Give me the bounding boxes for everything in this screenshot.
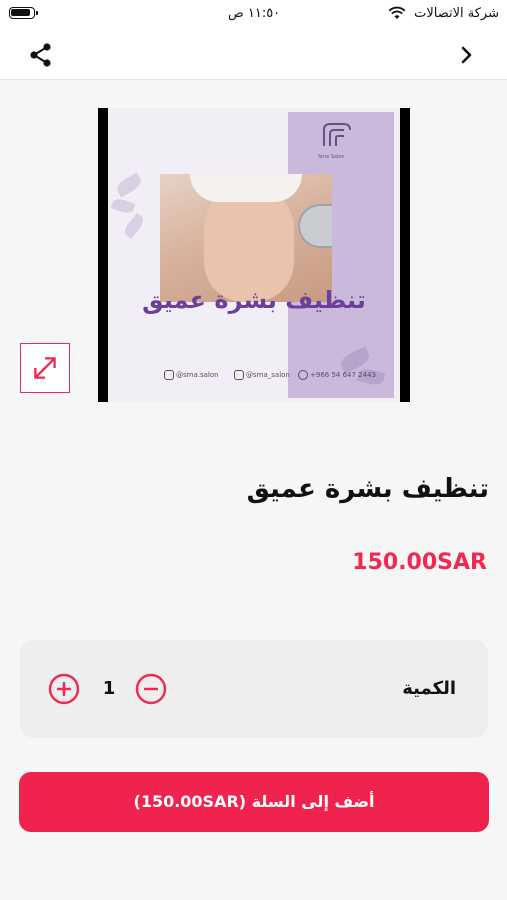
status-bar: ١١:٥٠ ص شركة الاتصالات (0, 0, 507, 30)
snapchat-handle: @sma_salon (234, 370, 290, 380)
battery-icon (9, 7, 38, 19)
brand-caption: Sma Salon (318, 154, 345, 160)
leaf-decoration (121, 212, 147, 240)
quantity-value: 1 (102, 678, 116, 699)
product-title: تنظيف بشرة عميق (246, 474, 489, 504)
product-image-artwork: Sma Salon تنظيف بشرة عميق @sma.salon @sm… (108, 108, 400, 402)
minus-circle-icon[interactable] (135, 673, 167, 705)
image-overlay-title: تنظيف بشرة عميق (142, 286, 366, 314)
carrier-name: شركة الاتصالات (414, 6, 499, 21)
status-time: ١١:٥٠ ص (228, 6, 281, 21)
facial-photo (160, 174, 332, 302)
whatsapp-number: +966 54 647 2443 (298, 370, 376, 380)
quantity-label: الكمية (402, 678, 456, 699)
instagram-icon (164, 370, 174, 380)
brand-logo (323, 123, 351, 146)
product-image[interactable]: Sma Salon تنظيف بشرة عميق @sma.salon @sm… (98, 108, 410, 402)
wifi-icon (388, 6, 406, 19)
leaf-decoration (110, 196, 136, 216)
product-price: 150.00SAR (352, 550, 487, 575)
leaf-decoration (114, 172, 144, 198)
plus-circle-icon[interactable] (48, 673, 80, 705)
whatsapp-icon (298, 370, 308, 380)
quantity-selector: الكمية 1 (20, 640, 488, 738)
chevron-right-icon[interactable] (457, 42, 477, 68)
instagram-handle: @sma.salon (164, 370, 219, 380)
nav-bar (0, 30, 507, 80)
social-handles: @sma.salon @sma_salon +966 54 647 2443 (164, 370, 400, 386)
expand-icon[interactable] (20, 343, 70, 393)
snapchat-icon (234, 370, 244, 380)
add-to-cart-button[interactable]: أضف إلى السلة (150.00SAR) (19, 772, 489, 832)
facial-device-shape (298, 204, 332, 248)
share-icon[interactable] (26, 40, 56, 70)
towel-shape (190, 174, 302, 202)
